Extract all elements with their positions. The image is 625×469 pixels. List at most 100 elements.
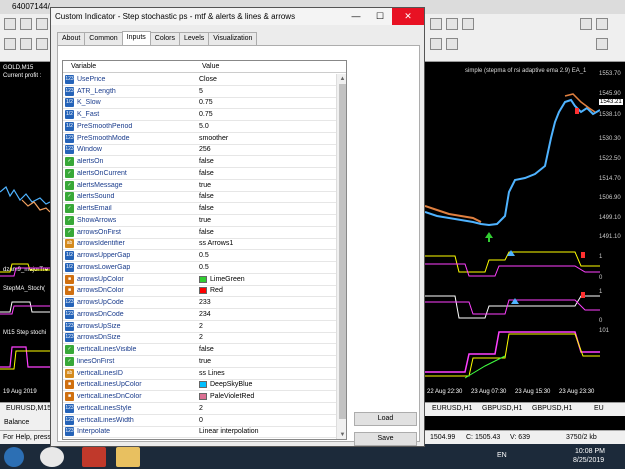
toolbar-tool-icon[interactable] bbox=[430, 38, 442, 50]
input-value[interactable]: 2 bbox=[197, 405, 203, 412]
toolbar-tool-icon[interactable] bbox=[596, 18, 608, 30]
scroll-down-icon[interactable]: ▼ bbox=[339, 431, 346, 439]
input-row[interactable]: ✓ alertsSound false bbox=[63, 192, 336, 204]
chrome-icon[interactable] bbox=[40, 447, 64, 467]
column-header-value[interactable]: Value bbox=[194, 61, 219, 72]
chart-left-area[interactable]: GOLD,M15 Current profit : dzam9_majorTre… bbox=[0, 62, 50, 402]
input-row[interactable]: 1/2 K_Fast 0.75 bbox=[63, 109, 336, 121]
tab-visualization[interactable]: Visualization bbox=[208, 32, 258, 45]
input-value[interactable]: PaleVioletRed bbox=[197, 393, 254, 401]
input-value[interactable]: 0.5 bbox=[197, 264, 209, 271]
input-row[interactable]: 123 arrowsUpCode 233 bbox=[63, 297, 336, 309]
input-value[interactable]: true bbox=[197, 182, 211, 189]
input-value[interactable]: false bbox=[197, 229, 214, 236]
input-row[interactable]: ✓ alertsOn false bbox=[63, 156, 336, 168]
input-row[interactable]: 123 arrowsDnCode 234 bbox=[63, 309, 336, 321]
input-row[interactable]: ■ verticalLinesDnColor PaleVioletRed bbox=[63, 391, 336, 403]
input-row[interactable]: 1/2 K_Slow 0.75 bbox=[63, 98, 336, 110]
load-button[interactable]: Load bbox=[354, 412, 417, 426]
toolbar-period-icon[interactable] bbox=[36, 38, 48, 50]
toolbar-chart-icon[interactable] bbox=[20, 38, 32, 50]
input-value[interactable]: Close bbox=[197, 76, 217, 83]
input-value[interactable]: ss Lines bbox=[197, 370, 225, 377]
input-value[interactable]: DeepSkyBlue bbox=[197, 381, 252, 389]
input-row[interactable]: ab arrowsIdentifier ss Arrows1 bbox=[63, 239, 336, 251]
toolbar-tool-icon[interactable] bbox=[580, 18, 592, 30]
save-button[interactable]: Save bbox=[354, 432, 417, 446]
tab-inputs[interactable]: Inputs bbox=[121, 31, 151, 45]
toolbar-save-icon[interactable] bbox=[36, 18, 48, 30]
input-row[interactable]: 1/2 PreSmoothPeriod 5.0 bbox=[63, 121, 336, 133]
input-value[interactable]: 2 bbox=[197, 334, 203, 341]
toolbar-new-icon[interactable] bbox=[4, 18, 16, 30]
input-row[interactable]: ✓ alertsMessage true bbox=[63, 180, 336, 192]
input-value[interactable]: true bbox=[197, 358, 211, 365]
symbol-tab[interactable]: EURUSD,H1 bbox=[432, 405, 472, 412]
input-row[interactable]: 123 UsePrice Close bbox=[63, 74, 336, 86]
input-row[interactable]: ✓ arrowsOnFirst false bbox=[63, 227, 336, 239]
toolbar-tool-icon[interactable] bbox=[596, 38, 608, 50]
input-row[interactable]: ✓ alertsOnCurrent false bbox=[63, 168, 336, 180]
input-value[interactable]: ss Arrows1 bbox=[197, 240, 233, 247]
input-value[interactable]: 0.75 bbox=[197, 111, 213, 118]
scroll-up-icon[interactable]: ▲ bbox=[339, 75, 346, 83]
start-button-icon[interactable] bbox=[4, 447, 24, 467]
minimize-button[interactable]: — bbox=[344, 8, 368, 25]
input-value[interactable]: 256 bbox=[197, 146, 211, 153]
input-value[interactable]: 234 bbox=[197, 311, 211, 318]
input-value[interactable]: false bbox=[197, 170, 214, 177]
input-value[interactable]: 0 bbox=[197, 417, 203, 424]
symbol-tab[interactable]: EU bbox=[594, 405, 604, 412]
tray-time[interactable]: 10:08 PM bbox=[575, 448, 605, 455]
toolbar-tool-icon[interactable] bbox=[462, 18, 474, 30]
tab-common[interactable]: Common bbox=[84, 32, 123, 45]
input-row[interactable]: 123 verticalLinesWidth 0 bbox=[63, 415, 336, 427]
folder-icon[interactable] bbox=[116, 447, 140, 467]
input-row[interactable]: 123 Interpolate Linear interpolation bbox=[63, 427, 336, 439]
input-row[interactable]: ✓ linesOnFirst true bbox=[63, 356, 336, 368]
grid-scrollbar[interactable]: ▲ ▼ bbox=[336, 74, 346, 439]
input-value[interactable]: 233 bbox=[197, 299, 211, 306]
input-value[interactable]: 0.5 bbox=[197, 252, 209, 259]
tab-about[interactable]: About bbox=[57, 32, 86, 45]
app-icon[interactable] bbox=[82, 447, 106, 467]
symbol-tab[interactable]: GBPUSD,H1 bbox=[482, 405, 522, 412]
input-row[interactable]: 1/2 arrowsLowerGap 0.5 bbox=[63, 262, 336, 274]
input-value[interactable]: 5 bbox=[197, 88, 203, 95]
input-row[interactable]: 123 arrowsDnSize 2 bbox=[63, 333, 336, 345]
input-value[interactable]: true bbox=[197, 217, 211, 224]
toolbar-tool-icon[interactable] bbox=[446, 38, 458, 50]
input-value[interactable]: false bbox=[197, 205, 214, 212]
input-row[interactable]: 123 verticalLinesStyle 2 bbox=[63, 403, 336, 415]
input-row[interactable]: 123 ATR_Length 5 bbox=[63, 86, 336, 98]
input-value[interactable]: Red bbox=[197, 287, 223, 295]
input-value[interactable]: false bbox=[197, 158, 214, 165]
input-row[interactable]: 123 PreSmoothMode smoother bbox=[63, 133, 336, 145]
input-row[interactable]: ■ arrowsUpColor LimeGreen bbox=[63, 274, 336, 286]
input-row[interactable]: ■ arrowsDnColor Red bbox=[63, 286, 336, 298]
input-value[interactable]: Linear interpolation bbox=[197, 428, 259, 435]
input-value[interactable]: false bbox=[197, 193, 214, 200]
input-row[interactable]: 1/2 arrowsUpperGap 0.5 bbox=[63, 250, 336, 262]
input-row[interactable]: ■ verticalLinesUpColor DeepSkyBlue bbox=[63, 380, 336, 392]
input-row[interactable]: ab verticalLinesID ss Lines bbox=[63, 368, 336, 380]
input-value[interactable]: LimeGreen bbox=[197, 275, 245, 283]
toolbar-open-icon[interactable] bbox=[20, 18, 32, 30]
input-value[interactable]: 5.0 bbox=[197, 123, 209, 130]
maximize-button[interactable]: ☐ bbox=[368, 8, 392, 25]
input-value[interactable]: 0.75 bbox=[197, 99, 213, 106]
input-value[interactable]: smoother bbox=[197, 135, 228, 142]
input-row[interactable]: ✓ alertsEmail false bbox=[63, 203, 336, 215]
chart-right-area[interactable]: simple (stepma of rsi adaptive ema 2.9) … bbox=[425, 62, 625, 402]
input-row[interactable]: ✓ ShowArrows true bbox=[63, 215, 336, 227]
input-value[interactable]: 2 bbox=[197, 323, 203, 330]
symbol-tab[interactable]: EURUSD,M15 bbox=[6, 405, 51, 412]
input-row[interactable]: 123 arrowsUpSize 2 bbox=[63, 321, 336, 333]
tab-colors[interactable]: Colors bbox=[149, 32, 181, 45]
toolbar-tool-icon[interactable] bbox=[446, 18, 458, 30]
input-value[interactable]: false bbox=[197, 346, 214, 353]
tray-date[interactable]: 8/25/2019 bbox=[573, 457, 604, 464]
column-header-variable[interactable]: Variable bbox=[63, 61, 194, 72]
tab-levels[interactable]: Levels bbox=[179, 32, 210, 45]
toolbar-tool-icon[interactable] bbox=[430, 18, 442, 30]
